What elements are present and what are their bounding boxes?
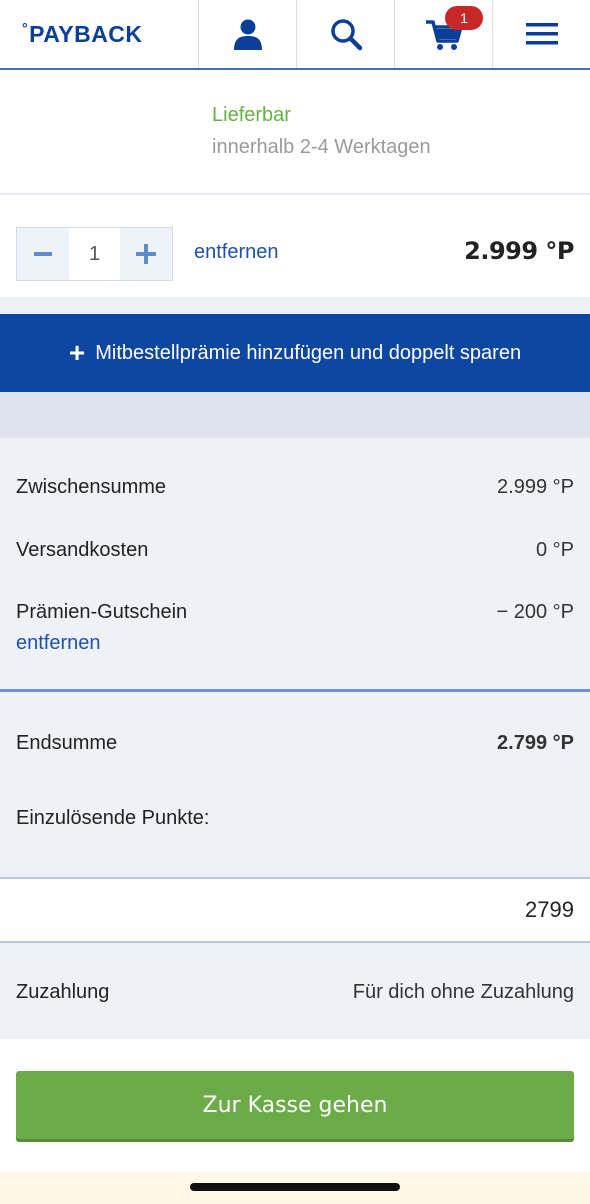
increase-quantity-button[interactable]	[120, 228, 172, 280]
cart-button[interactable]: 1	[394, 0, 492, 68]
delivery-time: innerhalb 2-4 Werktagen	[212, 136, 431, 158]
quantity-row: 1 entfernen 2.999 °P	[0, 195, 590, 297]
plus-icon: +	[68, 337, 86, 368]
remove-voucher-link[interactable]: entfernen	[16, 632, 101, 655]
copay-value: Für dich ohne Zuzahlung	[352, 981, 574, 1003]
points-label-row: Einzulösende Punkte:	[16, 807, 574, 830]
copay-label: Zuzahlung	[16, 981, 110, 1003]
section-divider	[0, 392, 590, 438]
cart-count-badge: 1	[445, 6, 483, 30]
points-value: 2799	[525, 897, 574, 922]
points-label: Einzulösende Punkte:	[16, 807, 210, 829]
plus-icon	[136, 244, 157, 264]
remove-item-link[interactable]: entfernen	[194, 241, 279, 264]
availability-status: Lieferbar	[212, 104, 291, 126]
copay-row: Zuzahlung Für dich ohne Zuzahlung	[16, 981, 574, 1004]
checkout-button[interactable]: Zur Kasse gehen	[16, 1071, 574, 1139]
total-label: Endsumme	[16, 732, 118, 754]
item-price: 2.999 °P	[464, 237, 574, 265]
account-button[interactable]	[198, 0, 296, 68]
quantity-input[interactable]: 1	[68, 228, 121, 280]
points-input-field[interactable]: 2799	[0, 877, 590, 943]
minus-icon	[33, 252, 52, 256]
add-bonus-button[interactable]: + Mitbestellprämie hinzufügen und doppel…	[0, 314, 590, 392]
quantity-stepper: 1	[16, 227, 173, 281]
order-total: Endsumme 2.799 °P Einzulösende Punkte:	[0, 695, 590, 877]
decrease-quantity-button[interactable]	[17, 228, 69, 280]
order-summary: Zwischensumme 2.999 °P Versandkosten 0 °…	[0, 438, 590, 692]
user-icon	[233, 19, 262, 50]
voucher-label: Prämien-Gutschein	[16, 601, 188, 623]
product-details: Lieferbar innerhalb 2-4 Werktagen	[0, 70, 590, 194]
search-button[interactable]	[296, 0, 394, 68]
subtotal-row: Zwischensumme 2.999 °P	[16, 476, 574, 499]
add-bonus-label: Mitbestellprämie hinzufügen und doppelt …	[95, 341, 522, 364]
menu-button[interactable]	[492, 0, 590, 68]
copay-section: Zuzahlung Für dich ohne Zuzahlung	[0, 945, 590, 1039]
subtotal-label: Zwischensumme	[16, 476, 167, 498]
search-icon	[330, 19, 362, 51]
logo-degree: °	[22, 20, 29, 36]
subtotal-value: 2.999 °P	[497, 476, 574, 498]
total-value: 2.799 °P	[497, 732, 574, 754]
voucher-row: Prämien-Gutschein − 200 °P	[16, 601, 574, 624]
voucher-value: − 200 °P	[496, 601, 575, 623]
shipping-row: Versandkosten 0 °P	[16, 539, 574, 562]
logo-text: PAYBACK	[29, 20, 143, 47]
top-navigation-bar: ° PAYBACK 1	[0, 0, 590, 70]
payback-logo[interactable]: ° PAYBACK	[0, 0, 198, 68]
menu-icon	[525, 23, 558, 45]
total-row: Endsumme 2.799 °P	[16, 732, 574, 755]
home-indicator[interactable]	[190, 1183, 400, 1191]
shipping-value: 0 °P	[535, 539, 574, 561]
shipping-label: Versandkosten	[16, 539, 149, 561]
